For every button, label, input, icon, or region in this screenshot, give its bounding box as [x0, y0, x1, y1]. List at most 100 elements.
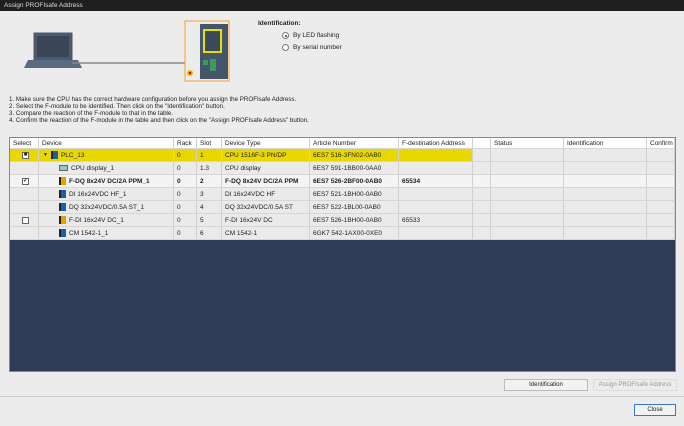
cell-fdest: 65533	[399, 214, 473, 226]
cell-empty	[564, 149, 647, 161]
cell-empty	[491, 149, 564, 161]
cell-select	[10, 227, 39, 239]
cell-empty	[491, 188, 564, 200]
assign-profisafe-address-button[interactable]: Assign PROFIsafe Address	[593, 379, 677, 391]
cell-fdest	[399, 188, 473, 200]
identification-heading: Identification:	[258, 20, 301, 27]
cell-article: 6ES7 522-1BL00-0AB0	[310, 201, 399, 213]
column-header[interactable]: Rack	[174, 138, 197, 148]
device-name: F-DQ 8x24V DC/2A PPM_1	[69, 177, 150, 185]
cell-empty	[491, 227, 564, 239]
cell-empty	[564, 201, 647, 213]
table-row[interactable]: CPU display_1 0 1.3 CPU display 6ES7 591-1BB…	[10, 162, 675, 175]
cell-slot: 4	[197, 201, 222, 213]
instruction-4: 4. Confirm the reaction of the F-module …	[9, 117, 309, 124]
select-checkbox[interactable]: ■	[22, 151, 29, 159]
cell-empty	[491, 162, 564, 174]
cell-select	[10, 201, 39, 213]
cell-fdest	[399, 149, 473, 161]
identification-group: Identification: By LED flashing By seria…	[258, 20, 342, 51]
cell-empty	[473, 214, 491, 226]
module-icon	[59, 203, 66, 211]
close-button[interactable]: Close	[634, 404, 676, 416]
module-icon	[59, 229, 66, 237]
cell-select: ■	[10, 149, 39, 161]
cell-empty	[564, 175, 647, 187]
cell-empty	[647, 201, 675, 213]
table-row[interactable]: CM 1542-1_1 0 6 CM 1542-1 6GK7 542-1AX00-0XE…	[10, 227, 675, 240]
network-diagram	[24, 20, 230, 82]
cell-slot: 1	[197, 149, 222, 161]
cell-empty	[473, 175, 491, 187]
f-module-icon	[59, 177, 66, 185]
cell-article: 6ES7 526-2BF00-0AB0	[310, 175, 399, 187]
instructions: 1. Make sure the CPU has the correct har…	[9, 96, 309, 124]
cell-device: DQ 32x24VDC/0.5A ST_1	[39, 201, 174, 213]
cell-type: DQ 32x24VDC/0.5A ST	[222, 201, 310, 213]
radio-button[interactable]	[282, 44, 289, 51]
column-header[interactable]: Status	[491, 138, 564, 148]
display-icon	[59, 165, 68, 171]
cell-empty	[473, 188, 491, 200]
column-header[interactable]: Device Type	[222, 138, 310, 148]
cpu-icon	[50, 151, 58, 159]
divider	[0, 396, 684, 397]
cell-slot: 6	[197, 227, 222, 239]
column-header[interactable]: Article Number	[310, 138, 399, 148]
column-header[interactable]: Confirm	[647, 138, 675, 148]
window-title: Assign PROFIsafe Address	[0, 0, 684, 11]
instruction-2: 2. Select the F-module to be identified.…	[9, 103, 225, 110]
column-header[interactable]: Device	[39, 138, 174, 148]
column-header[interactable]: Select	[10, 138, 39, 148]
column-header[interactable]	[473, 138, 491, 148]
radio-label: By LED flashing	[293, 32, 340, 39]
cell-fdest	[399, 201, 473, 213]
cell-type: CPU 1516F-3 PN/DP	[222, 149, 310, 161]
cell-select: ✓	[10, 175, 39, 187]
cell-device: F-DI 16x24V DC_1	[39, 214, 174, 226]
radio-serial-number[interactable]: By serial number	[282, 44, 342, 51]
column-header[interactable]: Identification	[564, 138, 647, 148]
column-header[interactable]: F-destination Address	[399, 138, 473, 148]
cell-rack: 0	[174, 201, 197, 213]
cell-device: DI 16x24VDC HF_1	[39, 188, 174, 200]
cell-rack: 0	[174, 149, 197, 161]
cell-device: F-DQ 8x24V DC/2A PPM_1	[39, 175, 174, 187]
cell-empty	[473, 201, 491, 213]
cell-empty	[647, 162, 675, 174]
instruction-3: 3. Compare the reaction of the F-module …	[9, 110, 174, 117]
table-row[interactable]: DQ 32x24VDC/0.5A ST_1 0 4 DQ 32x24VDC/0.5A …	[10, 201, 675, 214]
module-icon	[59, 190, 66, 198]
table-row[interactable]: F-DI 16x24V DC_1 0 5 F-DI 16x24V DC 6ES7 526…	[10, 214, 675, 227]
cell-type: DI 16x24VDC HF	[222, 188, 310, 200]
expand-arrow-icon[interactable]: ▼	[43, 152, 48, 158]
cell-article: 6ES7 591-1BB00-0AA0	[310, 162, 399, 174]
table-row[interactable]: ■ ▼ PLC_13 0 1 CPU 1516F-3 PN/DP 6ES7 516-3FN0…	[10, 149, 675, 162]
device-name: CPU display_1	[71, 164, 114, 172]
cell-empty	[564, 214, 647, 226]
cell-device: CPU display_1	[39, 162, 174, 174]
cell-device: ▼ PLC_13	[39, 149, 174, 161]
modules-table: Select Device Rack Slot Device Type Article N…	[9, 137, 676, 372]
cell-rack: 0	[174, 175, 197, 187]
radio-led-flashing[interactable]: By LED flashing	[282, 32, 342, 39]
column-header[interactable]: Slot	[197, 138, 222, 148]
select-checkbox[interactable]: ✓	[22, 177, 29, 185]
cell-empty	[491, 201, 564, 213]
table-row[interactable]: ✓ F-DQ 8x24V DC/2A PPM_1 0 2 F-DQ 8x24V DC/2…	[10, 175, 675, 188]
device-name: F-DI 16x24V DC_1	[69, 216, 124, 224]
cell-rack: 0	[174, 188, 197, 200]
cell-select	[10, 188, 39, 200]
identification-button[interactable]: Identification	[504, 379, 588, 391]
cell-slot: 3	[197, 188, 222, 200]
cell-slot: 5	[197, 214, 222, 226]
cell-select	[10, 214, 39, 226]
cell-empty	[564, 188, 647, 200]
cell-fdest	[399, 227, 473, 239]
cell-empty	[647, 227, 675, 239]
cell-type: CM 1542-1	[222, 227, 310, 239]
table-row[interactable]: DI 16x24VDC HF_1 0 3 DI 16x24VDC HF 6ES7 521…	[10, 188, 675, 201]
cell-rack: 0	[174, 162, 197, 174]
select-checkbox[interactable]	[22, 216, 29, 224]
radio-button[interactable]	[282, 32, 289, 39]
